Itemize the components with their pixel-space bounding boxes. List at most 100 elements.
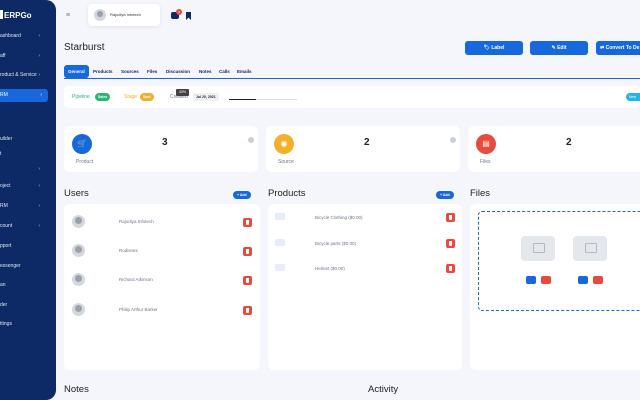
users-title: Users (64, 188, 89, 199)
tab-notes[interactable]: Notes (199, 65, 212, 78)
sidebar-item-support[interactable]: pport (0, 240, 56, 252)
sidebar-item-dashboard[interactable]: ashboard › (0, 30, 56, 42)
add-product-button[interactable]: + Add (436, 191, 454, 199)
info-icon[interactable] (248, 137, 254, 143)
delete-button[interactable] (446, 239, 455, 248)
sidebar-item-blank[interactable]: › (0, 163, 56, 175)
users-panel: Rajodiya Infotech Rodisnex Richard Atkin… (64, 204, 260, 370)
sidebar-item-settings[interactable]: ttings (0, 318, 56, 330)
bookmark-icon[interactable] (186, 12, 191, 20)
products-panel: Bicycle Clothing ($0.00) Bicycle parts (… (268, 204, 462, 370)
chevron-right-icon: › (38, 33, 40, 39)
tab-products[interactable]: Products (93, 65, 113, 78)
sidebar-item-label: roduct & Service (0, 72, 37, 78)
progress-bar (229, 99, 297, 100)
stat-label: Source (278, 159, 294, 165)
avatar (72, 303, 85, 316)
tab-calls[interactable]: Calls (219, 65, 230, 78)
edit-button[interactable]: ✎ Edit (530, 41, 588, 55)
chevron-right-icon: › (38, 183, 40, 189)
delete-button[interactable] (593, 276, 603, 284)
product-name: Bicycle Clothing ($0.00) (315, 215, 363, 220)
tab-general[interactable]: General (64, 65, 89, 78)
sidebar-item-label: der (0, 302, 8, 308)
label-button[interactable]: 🏷 Label (465, 41, 523, 55)
download-button[interactable] (526, 276, 536, 284)
new-badge[interactable]: New (626, 93, 640, 101)
sidebar-item-t[interactable]: t (0, 148, 56, 160)
list-item: Richard Atkinson (64, 267, 260, 297)
list-item: Helmet ($0.00) (268, 259, 462, 289)
progress-tooltip: 40% (176, 89, 190, 96)
product-thumbnail (275, 239, 285, 246)
sidebar-item-label: t (0, 151, 2, 157)
download-button[interactable] (578, 276, 588, 284)
delete-button[interactable] (243, 247, 252, 256)
sidebar-item-label: RM (0, 203, 8, 209)
stat-value: 2 (566, 137, 572, 148)
add-user-button[interactable]: + Add (233, 191, 251, 199)
avatar (94, 9, 106, 21)
chevron-right-icon: › (38, 203, 40, 209)
user-name: Philip Arthur Barker (119, 307, 158, 312)
file-dropzone[interactable] (478, 211, 640, 311)
stat-value: 2 (364, 137, 370, 148)
sidebar-item-messenger[interactable]: essenger (0, 260, 56, 272)
created-date: Jul 20, 2021 (193, 93, 219, 101)
sidebar-item-order[interactable]: der (0, 299, 56, 311)
sidebar-item-crm[interactable]: RM › (0, 89, 48, 102)
page-title: Starburst (64, 42, 105, 53)
tab-files[interactable]: Files (147, 65, 157, 78)
product-name: Helmet ($0.00) (315, 266, 345, 271)
sidebar-item-label: an (0, 282, 6, 288)
tab-emails[interactable]: Emails (237, 65, 252, 78)
progress-fill (229, 99, 257, 100)
user-menu[interactable]: Rajodiya Infotech (88, 4, 160, 26)
stat-label: Product (76, 159, 94, 165)
sidebar-item-account[interactable]: count › (0, 220, 56, 232)
sidebar-item-project[interactable]: oject › (0, 180, 56, 192)
stage-badge: Sent (140, 93, 154, 101)
avatar (72, 273, 85, 286)
user-name: Rajodiya Infotech (110, 12, 141, 17)
delete-button[interactable] (243, 306, 252, 315)
activity-title: Activity (368, 384, 399, 395)
delete-button[interactable] (243, 276, 252, 285)
hamburger-icon[interactable]: ≡ (66, 12, 70, 19)
sidebar-item-staff[interactable]: aff › (0, 50, 56, 62)
delete-button[interactable] (541, 276, 551, 284)
stat-value: 3 (162, 137, 168, 148)
stat-card-source: ◉ Source 2 (266, 126, 460, 172)
chevron-right-icon: › (38, 223, 40, 229)
sidebar-item-label: essenger (0, 263, 21, 269)
product-name: Bicycle parts ($0.00) (315, 241, 357, 246)
sidebar-item-label: oject (0, 183, 11, 189)
list-item: Philip Arthur Barker (64, 297, 260, 327)
stat-label: Files (480, 159, 491, 165)
cart-icon: 🛒 (72, 134, 92, 154)
brand-logo[interactable]: ERPGo (0, 10, 32, 20)
info-icon[interactable] (450, 137, 456, 143)
status-bar: Pipeline Sales Stage Sent Created Jul 20… (64, 86, 640, 108)
chevron-right-icon: › (38, 72, 40, 78)
sidebar-item-hrm[interactable]: RM › (0, 200, 56, 212)
sidebar-item-label: uilder (0, 136, 13, 142)
sidebar-item-builder[interactable]: uilder (0, 133, 56, 145)
avatar (72, 244, 85, 257)
products-title: Products (268, 188, 306, 199)
delete-button[interactable] (243, 218, 252, 227)
tab-discussion[interactable]: Discussion (166, 65, 190, 78)
user-name: Richard Atkinson (119, 277, 153, 282)
delete-button[interactable] (446, 264, 455, 273)
convert-to-deal-button[interactable]: ⇄ Convert To De (596, 41, 640, 55)
user-name: Rodisnex (119, 248, 138, 253)
tab-sources[interactable]: Sources (121, 65, 139, 78)
pipeline-label: Pipeline (72, 94, 90, 100)
delete-button[interactable] (446, 213, 455, 222)
sidebar-item-plan[interactable]: an (0, 279, 56, 291)
sidebar-item-label: RM (0, 92, 8, 98)
stage-label: Stage (124, 94, 138, 100)
user-name: Rajodiya Infotech (119, 219, 154, 224)
notes-title: Notes (64, 384, 89, 395)
sidebar-item-product-service[interactable]: roduct & Service › (0, 69, 56, 81)
